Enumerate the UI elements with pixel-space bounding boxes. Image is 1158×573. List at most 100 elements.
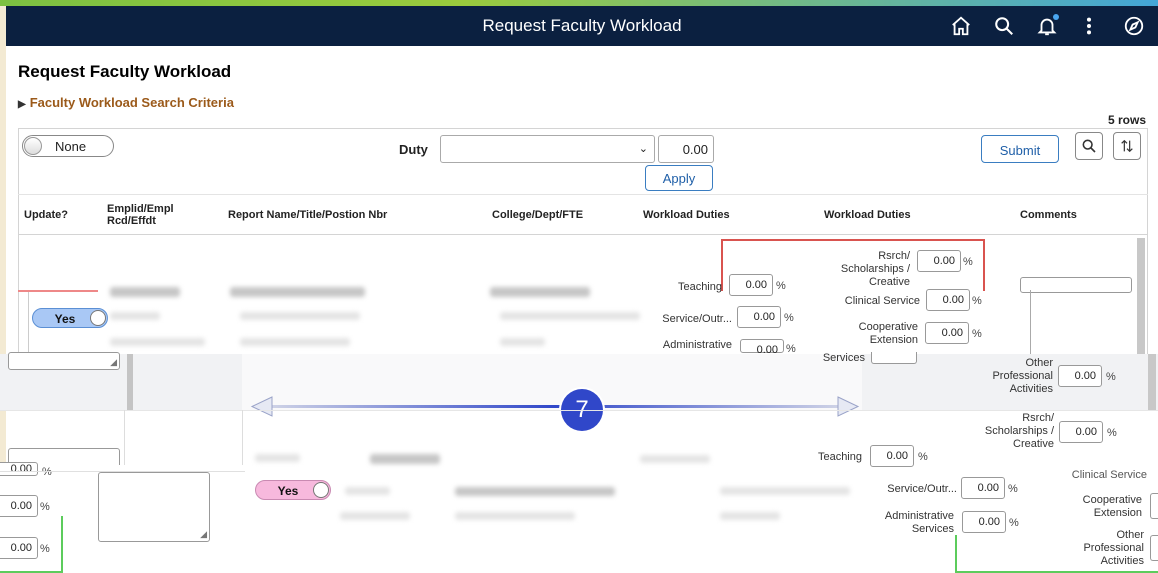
- redacted-emplid: [110, 287, 180, 297]
- row2-duty-label-teaching: Teaching: [817, 451, 862, 463]
- research-pct-input[interactable]: 0.00: [917, 250, 961, 272]
- pct-sign: %: [963, 256, 973, 268]
- header-top-divider: [18, 194, 1148, 195]
- row2-left-pct-input-3[interactable]: 0.00: [0, 537, 38, 559]
- sort-button[interactable]: [1113, 132, 1141, 160]
- row2-duty-label-clinical: Clinical Service: [1071, 469, 1147, 481]
- home-icon[interactable]: [948, 13, 974, 39]
- row2-teaching-pct-input[interactable]: 0.00: [870, 445, 914, 467]
- search-icon: [1082, 139, 1096, 153]
- other-pct-input[interactable]: 0.00: [1058, 365, 1102, 387]
- col-emplid: Emplid/Empl Rcd/Effdt: [107, 203, 174, 227]
- row2-update-toggle[interactable]: Yes: [255, 480, 331, 500]
- scrollbar-thumb[interactable]: [1137, 238, 1145, 354]
- pct-sign: %: [918, 451, 928, 463]
- comments-edge: [1030, 290, 1031, 354]
- row2-administrative-pct-input[interactable]: 0.00: [962, 511, 1006, 533]
- teaching-pct-input[interactable]: 0.00: [729, 274, 773, 296]
- duty-label-other: Other Professional Activities: [992, 357, 1053, 395]
- select-all-toggle-label: None: [55, 139, 87, 154]
- redacted-dept: [720, 487, 850, 495]
- col-comments: Comments: [1020, 209, 1077, 221]
- scrollbar-thumb-right[interactable]: [1148, 354, 1156, 410]
- pct-sign: %: [1008, 483, 1018, 495]
- redacted-college: [490, 287, 590, 297]
- sort-icon: [1121, 139, 1133, 153]
- row2-duty-label-other: Other Professional Activities: [1083, 529, 1144, 567]
- more-icon[interactable]: [1076, 13, 1102, 39]
- toggle-knob: [313, 482, 329, 498]
- row2-research-pct-input[interactable]: 0.00: [1059, 421, 1103, 443]
- nav-compass-icon[interactable]: [1121, 13, 1147, 39]
- row2-left-pct-input-1[interactable]: 0.00: [0, 462, 38, 476]
- pct-sign: %: [40, 543, 50, 555]
- pct-sign: %: [776, 280, 786, 292]
- redacted-emplid-rcd: [110, 312, 160, 320]
- duty-label-cooperative: Cooperative Extension: [858, 321, 918, 346]
- pct-sign: %: [1009, 517, 1019, 529]
- search-criteria-label: Faculty Workload Search Criteria: [29, 95, 234, 110]
- duty-label-teaching: Teaching: [677, 281, 722, 293]
- scrollbar-thumb-left[interactable]: [127, 354, 133, 410]
- row2-duty-label-research: Rsrch/ Scholarships / Creative: [984, 412, 1054, 450]
- col-update: Update?: [24, 209, 68, 221]
- search-icon[interactable]: [991, 13, 1017, 39]
- redacted-dept: [500, 312, 640, 320]
- col-workload-duties-a: Workload Duties: [643, 209, 730, 221]
- cooperative-pct-input[interactable]: 0.00: [925, 322, 969, 344]
- redacted-position: [240, 338, 350, 346]
- redacted-college: [640, 455, 710, 463]
- bell-icon[interactable]: [1034, 13, 1060, 39]
- duty-label-service: Service/Outr...: [662, 313, 732, 325]
- green-highlight-right-left: [61, 516, 63, 573]
- redacted-position: [455, 512, 575, 520]
- header-divider: [18, 234, 1148, 235]
- pct-sign: %: [972, 295, 982, 307]
- clinical-pct-input[interactable]: 0.00: [926, 289, 970, 311]
- comments-textarea-overlap[interactable]: ◢: [8, 352, 120, 370]
- duty-amount-input[interactable]: 0.00: [658, 135, 714, 163]
- grid-search-button[interactable]: [1075, 132, 1103, 160]
- redacted-name: [370, 454, 440, 464]
- row2-service-pct-input[interactable]: 0.00: [961, 477, 1005, 499]
- duty-label-administrative: Administrative: [662, 339, 732, 351]
- select-all-toggle[interactable]: None: [22, 135, 114, 157]
- toggle-knob: [24, 137, 42, 155]
- row2-cooperative-pct-input[interactable]: [1150, 493, 1158, 519]
- redacted-fte: [500, 338, 545, 346]
- row1-comments-textarea[interactable]: [1020, 277, 1132, 293]
- row2-duty-label-administrative: Administrative Services: [884, 510, 954, 535]
- service-pct-input[interactable]: 0.00: [737, 306, 781, 328]
- administrative-pct-input[interactable]: 0.00: [740, 339, 784, 356]
- pct-sign: %: [1106, 371, 1116, 383]
- chevron-down-icon: ⌄: [638, 143, 648, 155]
- page-title: Request Faculty Workload: [18, 62, 232, 81]
- header-title: Request Faculty Workload: [482, 16, 682, 35]
- row1-update-toggle[interactable]: Yes: [32, 308, 108, 328]
- row2-other-pct-input[interactable]: [1150, 535, 1158, 561]
- row2-comments-textarea-large[interactable]: ◢: [98, 472, 210, 542]
- row-divider: [0, 471, 245, 472]
- apply-button[interactable]: Apply: [645, 165, 713, 191]
- duty-select[interactable]: ⌄: [440, 135, 655, 163]
- scroll-double-arrow-icon: [250, 396, 860, 417]
- pct-sign: %: [1107, 427, 1117, 439]
- duty-label-research: Rsrch/ Scholarships / Creative: [840, 250, 910, 288]
- rows-count: 5 rows: [1108, 113, 1147, 127]
- notification-dot-icon: [1053, 14, 1059, 20]
- search-criteria-toggle[interactable]: ▶ Faculty Workload Search Criteria: [18, 95, 234, 110]
- redacted-emplid-rcd: [345, 487, 390, 495]
- row2-duty-label-cooperative: Cooperative Extension: [1082, 494, 1142, 519]
- col-college: College/Dept/FTE: [492, 209, 584, 221]
- duty-label-clinical: Clinical Service: [844, 295, 920, 307]
- duty-label: Duty: [399, 142, 428, 157]
- redacted-name: [230, 287, 365, 297]
- services-pct-input[interactable]: [871, 352, 917, 364]
- pct-sign: %: [40, 501, 50, 513]
- submit-button[interactable]: Submit: [981, 135, 1059, 163]
- redacted-effdt: [110, 338, 205, 346]
- pct-sign: %: [972, 328, 982, 340]
- col-divider: [124, 410, 125, 470]
- row2-left-pct-input-2[interactable]: 0.00: [0, 495, 38, 517]
- col-report-name: Report Name/Title/Postion Nbr: [228, 209, 388, 221]
